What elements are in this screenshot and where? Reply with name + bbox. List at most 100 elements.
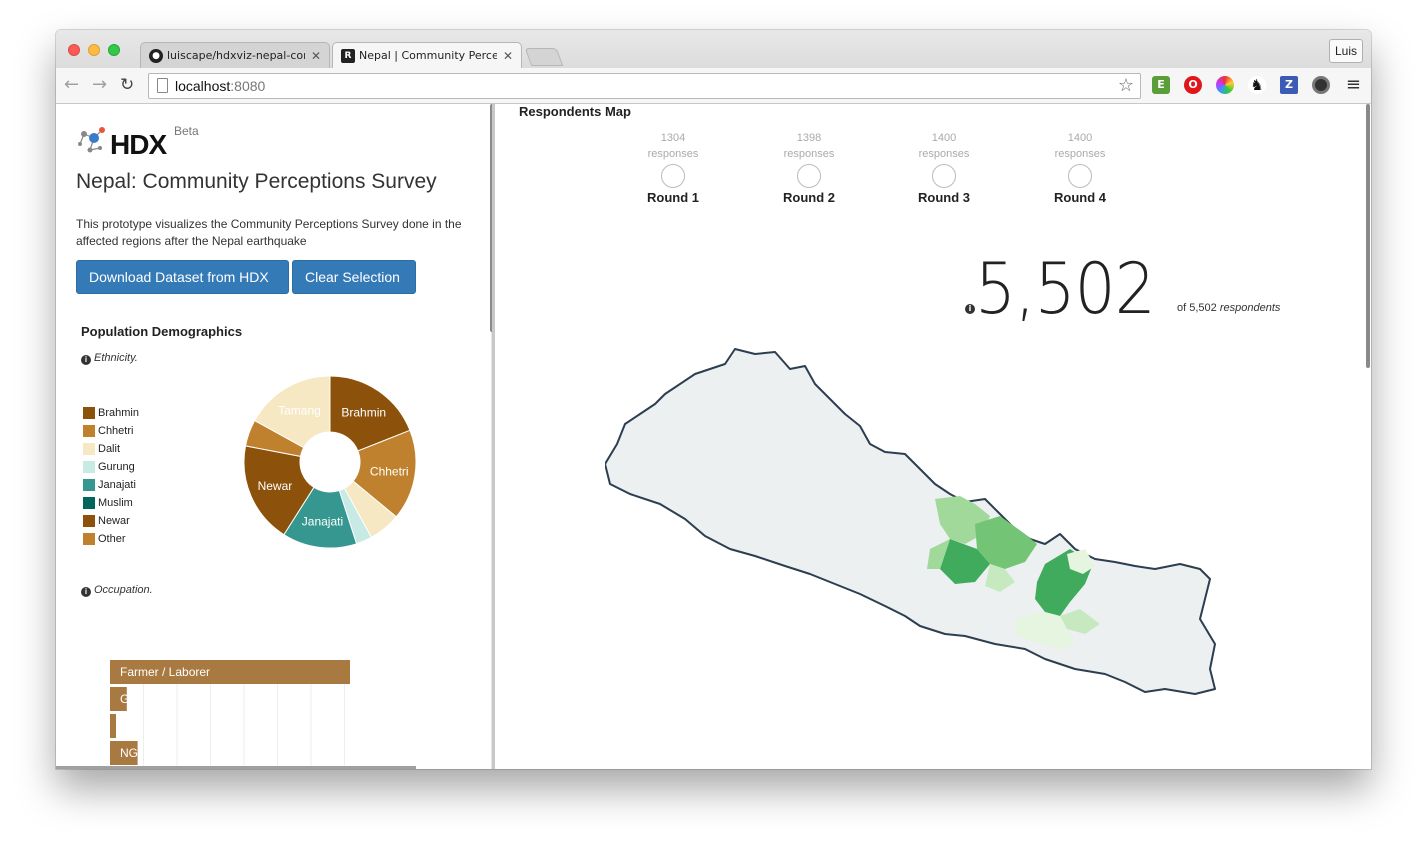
legend-label: Muslim <box>98 497 133 509</box>
donut-slice-label: Janajati <box>302 515 343 529</box>
r-icon: R <box>341 49 355 63</box>
tab-github[interactable]: ● luiscape/hdxviz-nepal-com ✕ <box>140 42 330 68</box>
legend-swatch <box>83 461 95 473</box>
maximize-window-button[interactable] <box>108 44 120 56</box>
legend-label: Janajati <box>98 479 136 491</box>
profile-button[interactable]: Luis <box>1329 39 1363 63</box>
tab-nepal[interactable]: R Nepal | Community Percept ✕ <box>332 42 522 68</box>
github-icon: ● <box>149 49 163 63</box>
opera-icon[interactable]: O <box>1184 76 1202 94</box>
download-dataset-button[interactable]: Download Dataset from HDX <box>76 260 289 294</box>
nepal-map[interactable] <box>605 344 1225 704</box>
color-wheel-icon[interactable] <box>1216 76 1234 94</box>
round-unit: responses <box>647 148 699 160</box>
legend-label: Dalit <box>98 443 121 455</box>
logo-beta: Beta <box>174 124 199 138</box>
round-label: Round 1 <box>647 190 699 205</box>
clear-selection-button[interactable]: Clear Selection <box>292 260 416 294</box>
round-count: 1304 <box>660 132 686 144</box>
horizontal-scrollbar[interactable] <box>56 766 416 769</box>
round-unit: responses <box>783 148 835 160</box>
round-1-selector[interactable]: 1304 responses Round 1 <box>633 130 713 205</box>
address-bar[interactable]: localhost:8080 ☆ <box>148 73 1141 99</box>
minimize-window-button[interactable] <box>88 44 100 56</box>
round-radio[interactable] <box>932 164 956 188</box>
demographics-heading: Population Demographics <box>81 324 243 339</box>
main-panel: Respondents Map 1304 responses Round 1 1… <box>495 104 1366 769</box>
ethnicity-donut-chart[interactable]: Brahmin Chhetri Janajati Newar Tamang <box>240 372 420 552</box>
round-count: 1400 <box>1067 132 1093 144</box>
info-icon[interactable]: i <box>81 587 91 597</box>
zotero-icon[interactable]: Z <box>1280 76 1298 94</box>
occupation-bar-label: NG <box>120 746 138 760</box>
legend-swatch <box>83 533 95 545</box>
legend-swatch <box>83 479 95 491</box>
legend-swatch <box>83 425 95 437</box>
legend-swatch <box>83 515 95 527</box>
legend-label: Newar <box>98 515 130 527</box>
round-unit: responses <box>918 148 970 160</box>
hdx-logo[interactable]: HDX Beta <box>76 124 236 160</box>
legend-swatch <box>83 443 95 455</box>
round-label: Round 3 <box>918 190 970 205</box>
bookmark-star-icon[interactable]: ☆ <box>1118 75 1134 96</box>
browser-toolbar: ← → ↻ localhost:8080 ☆ E O ♞ Z ≡ <box>56 68 1371 104</box>
round-label: Round 4 <box>1054 190 1106 205</box>
round-2-selector[interactable]: 1398 responses Round 2 <box>769 130 849 205</box>
back-arrow-icon[interactable]: ← <box>64 74 79 96</box>
round-count: 1398 <box>796 132 822 144</box>
round-label: Round 2 <box>783 190 835 205</box>
nepal-outline <box>605 348 1216 695</box>
penguin-icon[interactable]: ♞ <box>1248 76 1266 94</box>
evernote-icon[interactable]: E <box>1152 76 1170 94</box>
donut-slice-label: Brahmin <box>341 405 386 419</box>
round-unit: responses <box>1054 148 1106 160</box>
donut-slice-label: Chhetri <box>370 464 409 478</box>
round-radio[interactable] <box>661 164 685 188</box>
reload-icon[interactable]: ↻ <box>120 74 134 96</box>
occupation-bar-chart[interactable]: Farmer / LaborerGNGOther <box>110 624 410 769</box>
map-title: Respondents Map <box>519 104 631 119</box>
sidebar: HDX Beta Nepal: Community Perceptions Su… <box>56 104 492 769</box>
desktop: ● luiscape/hdxviz-nepal-com ✕ R Nepal | … <box>0 0 1427 849</box>
browser-window: ● luiscape/hdxviz-nepal-com ✕ R Nepal | … <box>56 30 1371 769</box>
legend-label: Other <box>98 533 126 545</box>
round-3-selector[interactable]: 1400 responses Round 3 <box>904 130 984 205</box>
logo-text: HDX <box>110 129 167 160</box>
url-text: localhost:8080 <box>175 78 266 94</box>
respondents-subtitle: of 5,502 respondents <box>1177 302 1281 314</box>
occupation-bar[interactable] <box>110 714 116 738</box>
respondents-count: 5,502 <box>975 248 1156 330</box>
occupation-label: i Occupation. <box>81 584 153 597</box>
donut-slice-label: Newar <box>258 479 293 493</box>
legend-label: Brahmin <box>98 407 139 419</box>
new-tab-button[interactable] <box>524 48 564 66</box>
round-radio[interactable] <box>797 164 821 188</box>
hamburger-menu-icon[interactable]: ≡ <box>1346 75 1361 95</box>
donut-slice-label: Tamang <box>278 403 321 417</box>
ethnicity-label: i Ethnicity. <box>81 352 138 365</box>
tab-label: Nepal | Community Percept <box>359 49 497 62</box>
page-icon <box>157 78 168 93</box>
intro-text: This prototype visualizes the Community … <box>76 217 462 248</box>
legend-swatch <box>83 407 95 419</box>
round-4-selector[interactable]: 1400 responses Round 4 <box>1040 130 1120 205</box>
hdx-network-icon <box>78 127 105 153</box>
info-icon[interactable]: i <box>81 355 91 365</box>
occupation-bar-label: G <box>120 692 129 706</box>
title-bar: ● luiscape/hdxviz-nepal-com ✕ R Nepal | … <box>56 30 1371 68</box>
legend-label: Gurung <box>98 461 135 473</box>
legend-swatch <box>83 497 95 509</box>
page-viewport: HDX Beta Nepal: Community Perceptions Su… <box>56 104 1371 769</box>
info-icon[interactable]: i <box>965 304 975 314</box>
tab-close-icon[interactable]: ✕ <box>503 43 513 68</box>
camera-icon[interactable] <box>1312 76 1330 94</box>
main-scrollbar[interactable] <box>1366 104 1370 368</box>
close-window-button[interactable] <box>68 44 80 56</box>
legend-label: Chhetri <box>98 425 134 437</box>
forward-arrow-icon[interactable]: → <box>92 74 107 96</box>
round-count: 1400 <box>931 132 957 144</box>
occupation-bar-label: Farmer / Laborer <box>120 665 210 679</box>
tab-close-icon[interactable]: ✕ <box>311 43 321 68</box>
round-radio[interactable] <box>1068 164 1092 188</box>
